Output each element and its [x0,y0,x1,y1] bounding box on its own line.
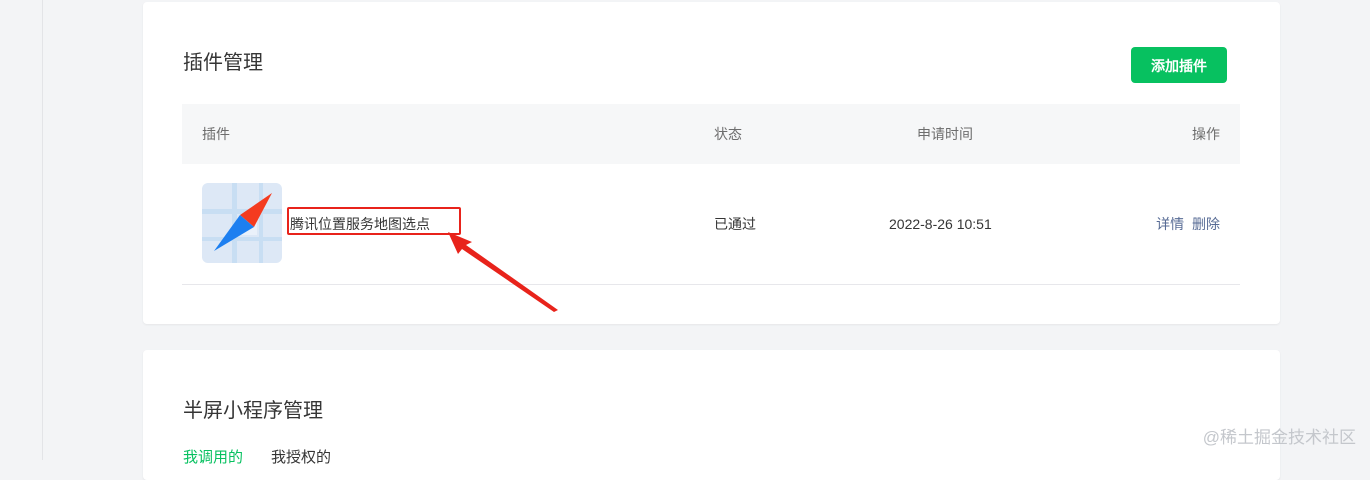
plugin-apply-time: 2022-8-26 10:51 [889,216,992,232]
column-header-operations: 操作 [1192,126,1220,142]
halfscreen-miniprogram-title: 半屏小程序管理 [183,400,323,422]
annotation-highlight-box [287,207,461,235]
tab-authorized-by-me[interactable]: 我授权的 [271,446,331,467]
tab-called-by-me[interactable]: 我调用的 [183,446,243,467]
column-header-status: 状态 [714,126,742,142]
plugin-status: 已通过 [714,216,756,232]
left-divider [42,0,43,460]
compass-map-icon [202,183,282,263]
plugin-management-card: 插件管理 添加插件 插件 状态 申请时间 操作 腾讯位置服务地图选点 已通过 2… [143,2,1280,324]
column-header-plugin: 插件 [202,126,230,142]
watermark-text: @稀土掘金技术社区 [1202,428,1356,447]
plugin-management-title: 插件管理 [183,52,263,74]
halfscreen-miniprogram-card: 半屏小程序管理 我调用的 我授权的 [143,350,1280,480]
delete-link[interactable]: 删除 [1192,216,1220,232]
add-plugin-button[interactable]: 添加插件 [1131,47,1227,83]
details-link[interactable]: 详情 [1156,216,1184,232]
plugin-table-header: 插件 状态 申请时间 操作 [182,104,1240,164]
column-header-apply-time: 申请时间 [917,126,973,142]
annotation-arrow-icon [448,232,558,312]
plugin-operations: 详情 删除 [1156,215,1220,233]
